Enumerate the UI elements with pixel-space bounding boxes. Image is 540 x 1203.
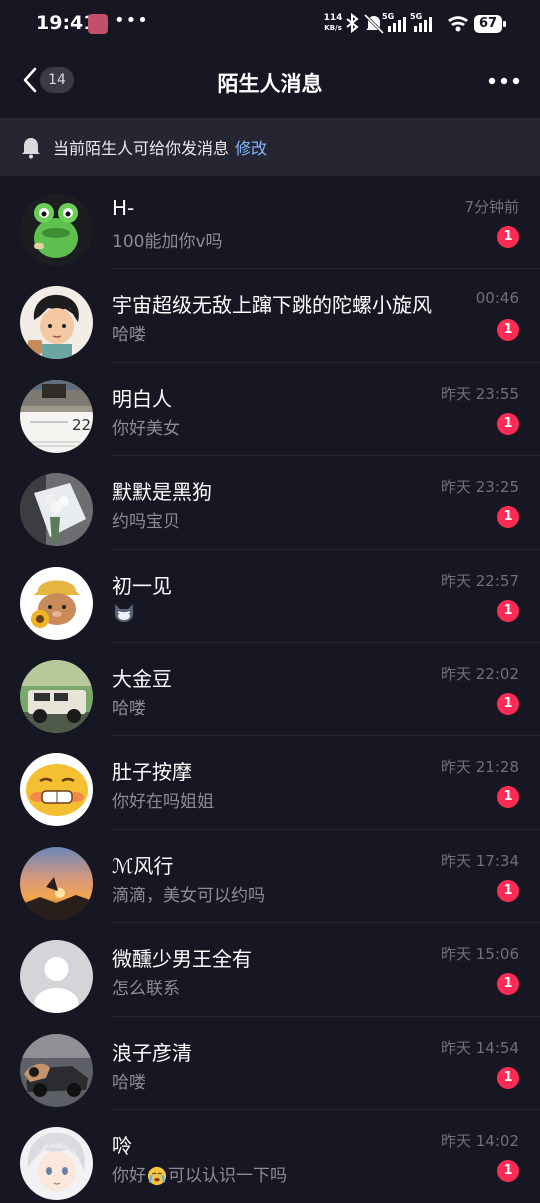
contact-name: ℳ风行 [112, 853, 174, 878]
sports-car-avatar[interactable] [20, 1033, 93, 1107]
unread-badge: 1 [497, 879, 519, 902]
bell-icon [22, 138, 40, 159]
message-list: H- 100能加你v吗 7分钟前 1 宇宙超级无敌上蹿下跳的陀螺小旋风 哈喽 0… [0, 176, 540, 1203]
unread-badge: 1 [497, 786, 519, 809]
message-preview: 怎么联系 [112, 979, 180, 1000]
message-item[interactable]: 22 明白人 你好美女 昨天 23:55 1 [0, 363, 540, 457]
unread-badge: 1 [497, 1159, 519, 1182]
message-preview: 你好 可以认识一下吗 [112, 1161, 287, 1186]
more-options-button[interactable] [486, 66, 522, 96]
message-item[interactable]: 大金豆 哈喽 昨天 22:02 1 [0, 643, 540, 737]
unread-badge: 1 [497, 319, 519, 342]
flower-bouquet-avatar[interactable] [20, 473, 93, 547]
contact-name: 大金豆 [112, 666, 172, 691]
unread-badge: 1 [497, 599, 519, 622]
unread-badge: 1 [497, 1066, 519, 1089]
cat-face-emoji [115, 603, 133, 622]
unread-badge: 1 [497, 506, 519, 529]
message-item[interactable]: 微醺少男王全有 怎么联系 昨天 15:06 1 [0, 923, 540, 1017]
message-preview-text: 你好 [112, 1165, 146, 1186]
wifi-icon [448, 16, 468, 32]
message-item[interactable]: 浪子彦清 哈喽 昨天 14:54 1 [0, 1017, 540, 1110]
status-icons: 5G 5G [346, 12, 468, 35]
message-preview-text-end: 可以认识一下吗 [168, 1165, 287, 1186]
message-item[interactable]: 默默是黑狗 约吗宝贝 昨天 23:25 1 [0, 456, 540, 550]
contact-name: 默默是黑狗 [112, 480, 212, 505]
default-user-avatar[interactable] [20, 940, 93, 1014]
message-preview: 你好美女 [112, 418, 180, 439]
contact-name: 明白人 [112, 386, 172, 411]
message-time: 昨天 22:02 [441, 664, 519, 683]
contact-name: 初一见 [112, 573, 172, 598]
message-preview: 哈喽 [112, 325, 146, 346]
signal-2-label: 5G [410, 12, 422, 21]
contact-name: H- [112, 196, 135, 220]
status-bar: 19:41 ••• 114 KB/s 5G 5G 67 [0, 0, 540, 50]
message-preview: 100能加你v吗 [112, 232, 223, 252]
message-preview: 哈喽 [112, 1072, 146, 1093]
message-preview: 约吗宝贝 [112, 512, 180, 533]
notice-text: 当前陌生人可给你发消息 [53, 139, 230, 158]
message-item[interactable]: H- 100能加你v吗 7分钟前 1 [0, 176, 540, 270]
stranger-message-notice: 当前陌生人可给你发消息 修改 [0, 118, 540, 176]
unread-badge: 1 [497, 226, 519, 248]
unread-badge: 1 [497, 412, 519, 435]
message-time: 昨天 22:57 [441, 571, 519, 590]
signal-1-label: 5G [382, 12, 394, 21]
message-preview: 哈喽 [112, 698, 146, 719]
message-time: 昨天 17:34 [441, 851, 519, 870]
contact-name: 微醺少男王全有 [112, 947, 252, 972]
message-preview: 你好在吗姐姐 [112, 792, 214, 813]
header-bar: 14 陌生人消息 [0, 52, 540, 112]
more-horizontal-icon [488, 77, 520, 85]
more-dots-icon: ••• [114, 10, 149, 31]
message-item[interactable]: 肚子按摩 你好在吗姐姐 昨天 21:28 1 [0, 736, 540, 830]
message-time: 昨天 23:55 [441, 384, 519, 403]
message-time: 昨天 14:54 [441, 1038, 519, 1057]
network-speed: 114 KB/s [322, 13, 344, 33]
mute-icon [363, 13, 385, 35]
calendar-photo-avatar[interactable]: 22 [20, 379, 93, 453]
notice-text-wrap: 当前陌生人可给你发消息 修改 [53, 135, 267, 159]
message-item[interactable]: 唥 你好 可以认识一下吗 昨天 14:02 1 [0, 1110, 540, 1203]
network-speed-value: 114 [323, 13, 343, 23]
contact-name: 唥 [112, 1133, 132, 1158]
svg-text:22: 22 [72, 416, 91, 434]
message-time: 昨天 15:06 [441, 945, 519, 964]
message-time: 00:46 [475, 289, 519, 308]
unread-badge: 1 [497, 973, 519, 996]
page-title: 陌生人消息 [217, 72, 323, 96]
grin-emoji-avatar[interactable] [20, 753, 93, 827]
app-notification-icon [88, 14, 108, 34]
message-item[interactable]: ℳ风行 滴滴，美女可以约吗 昨天 17:34 1 [0, 830, 540, 924]
message-time: 昨天 14:02 [441, 1131, 519, 1150]
unread-badge: 1 [497, 692, 519, 715]
anime-boy-avatar[interactable] [20, 1126, 93, 1200]
sunset-sky-avatar[interactable] [20, 846, 93, 920]
green-frog-avatar[interactable] [20, 193, 93, 266]
modify-link[interactable]: 修改 [235, 139, 267, 158]
contact-name: 宇宙超级无敌上蹿下跳的陀螺小旋风 [112, 293, 432, 318]
message-item[interactable]: 初一见 昨天 22:57 1 [0, 550, 540, 643]
message-item[interactable]: 宇宙超级无敌上蹿下跳的陀螺小旋风 哈喽 00:46 1 [0, 269, 540, 363]
contact-name: 浪子彦清 [112, 1040, 192, 1065]
network-speed-unit: KB/s [324, 24, 342, 32]
message-preview [112, 601, 136, 628]
jeep-car-avatar[interactable] [20, 659, 93, 733]
bluetooth-icon [346, 12, 359, 34]
cartoon-boy-avatar[interactable] [20, 286, 93, 360]
message-time: 昨天 23:25 [441, 478, 519, 497]
message-time: 昨天 21:28 [441, 758, 519, 777]
bear-sunflower-avatar[interactable] [20, 566, 93, 640]
message-preview: 滴滴，美女可以约吗 [112, 885, 265, 906]
crying-face-emoji [147, 1166, 167, 1185]
contact-name: 肚子按摩 [112, 760, 192, 785]
battery-icon: 67 [474, 15, 506, 33]
message-time: 7分钟前 [464, 198, 519, 216]
